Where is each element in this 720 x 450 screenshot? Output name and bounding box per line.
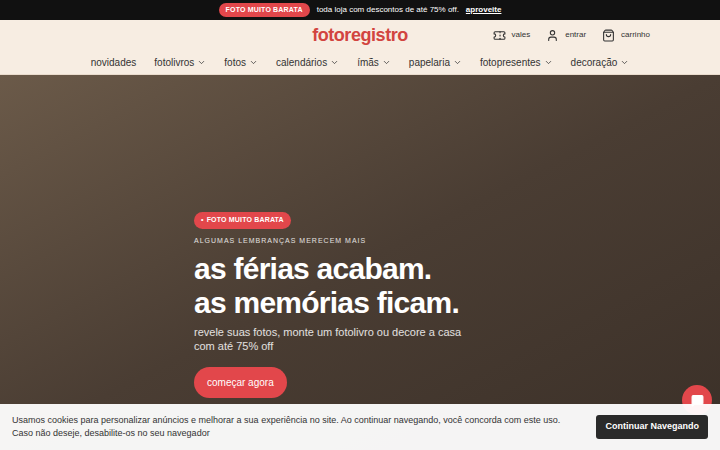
hero-content: •FOTO MUITO BARATA ALGUMAS LEMBRANÇAS MER… xyxy=(194,212,720,398)
hero: •FOTO MUITO BARATA ALGUMAS LEMBRANÇAS MER… xyxy=(0,75,720,450)
header-action[interactable]: carrinho xyxy=(602,29,650,42)
hero-headline: as férias acabam.as memórias ficam. xyxy=(194,252,459,320)
voucher-icon xyxy=(493,29,506,42)
logo[interactable]: fotoregistro xyxy=(312,22,408,49)
cookie-text: Usamos cookies para personalizar anúncio… xyxy=(12,414,580,440)
promo-link[interactable]: aproveite xyxy=(466,4,502,16)
nav-bar: novidades fotolivros fotos calendários ímãs p… xyxy=(0,50,720,75)
hero-eyebrow: ALGUMAS LEMBRANÇAS MERECEM MAIS xyxy=(194,236,366,247)
nav-item[interactable]: calendários xyxy=(276,55,339,70)
chevron-down-icon xyxy=(620,58,629,67)
header: fotoregistro vales entrar carrinho xyxy=(0,20,720,50)
hero-subtitle: revele suas fotos, monte um fotolivro ou… xyxy=(194,325,484,353)
promo-bar: FOTO MUITO BARATA toda loja com descontos… xyxy=(0,0,720,20)
nav-item[interactable]: fotolivros xyxy=(154,55,206,70)
continue-button[interactable]: Continuar Navegando xyxy=(596,415,708,439)
cookie-bar: Usamos cookies para personalizar anúncio… xyxy=(0,404,720,450)
promo-badge: FOTO MUITO BARATA xyxy=(219,3,310,18)
header-actions: vales entrar carrinho xyxy=(493,20,651,50)
nav-item[interactable]: fotos xyxy=(224,55,258,70)
chevron-down-icon xyxy=(197,58,206,67)
chevron-down-icon xyxy=(330,58,339,67)
header-action[interactable]: vales xyxy=(493,29,531,42)
promo-text: toda loja com descontos de até 75% off. xyxy=(317,4,459,16)
nav-item[interactable]: novidades xyxy=(91,55,137,70)
nav-item[interactable]: decoração xyxy=(571,55,630,70)
user-icon xyxy=(546,29,559,42)
chevron-down-icon xyxy=(453,58,462,67)
header-action[interactable]: entrar xyxy=(546,29,586,42)
hero-badge: •FOTO MUITO BARATA xyxy=(194,212,291,229)
cart-icon xyxy=(602,29,615,42)
start-button[interactable]: começar agora xyxy=(194,367,287,398)
nav-item[interactable]: fotopresentes xyxy=(480,55,553,70)
chevron-down-icon xyxy=(249,58,258,67)
page: FOTO MUITO BARATA toda loja com descontos… xyxy=(0,0,720,450)
nav-item[interactable]: ímãs xyxy=(357,55,391,70)
nav-item[interactable]: papelaria xyxy=(409,55,462,70)
chevron-down-icon xyxy=(544,58,553,67)
chevron-down-icon xyxy=(382,58,391,67)
